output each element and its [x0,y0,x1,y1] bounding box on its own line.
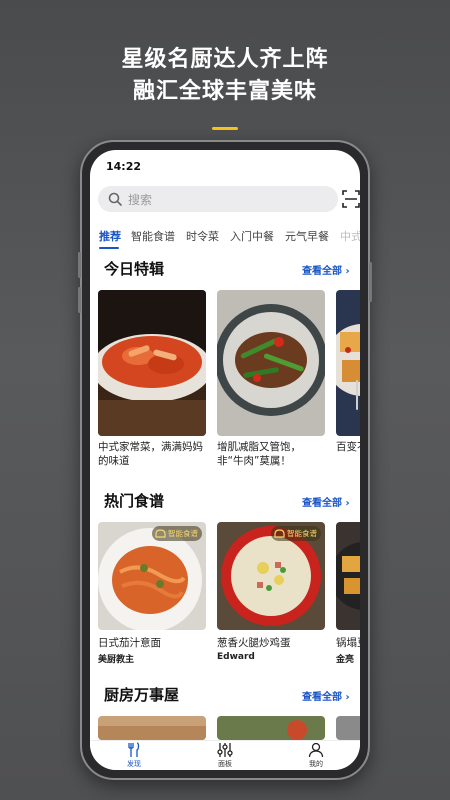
tab-chinese[interactable]: 中式 [340,228,360,244]
card-image-sweet-sour-ribs [98,290,206,436]
tab-smart-recipes[interactable]: 智能食谱 [131,228,175,244]
card-title: 增肌减脂又管饱，非“牛肉”莫属！ [217,441,301,467]
see-all-hot-recipes[interactable]: 查看全部 › [302,494,350,509]
nav-label: 面板 [218,760,232,768]
chef-hat-icon [155,529,166,538]
search-input[interactable]: 搜索 [98,186,338,212]
tab-beginner-chinese[interactable]: 入门中餐 [230,228,274,244]
category-tabs: 推荐 智能食谱 时令菜 入门中餐 元气早餐 中式 [96,222,360,250]
nav-profile[interactable]: 我的 [286,741,346,770]
volume-up-button [78,252,81,278]
status-time: 14:22 [106,160,142,173]
phone-frame: 14:22 搜索 推荐 智能食谱 时令菜 入门中餐 元气早餐 中式 今日特辑 查… [78,140,372,780]
card-image-beef-stirfry [217,290,325,436]
nav-label: 发现 [127,760,141,768]
see-all-kitchen-tips[interactable]: 查看全部 › [302,688,350,703]
search-row: 搜索 [98,186,360,212]
card-title: 百变不 [336,441,360,453]
badge-label: 智能食谱 [168,529,198,538]
promo-headline-line1: 星级名厨达人齐上阵 [121,47,329,72]
section-title-hot-recipes: 热门食谱 [104,492,165,510]
card-author: Edward [217,652,255,662]
card-image-tofu [336,290,360,436]
card-image-kitchen-1[interactable] [98,716,206,740]
card-title: 中式家常菜，满满妈妈的味道 [98,441,203,467]
bottom-nav: 发现 面板 我的 [90,740,360,770]
accent-divider [212,127,238,130]
chef-hat-icon [274,529,285,538]
promo-headline: 星级名厨达人齐上阵 融汇全球丰富美味 [0,44,450,108]
active-tab-indicator [99,247,119,249]
card-author: 美厨教主 [98,655,135,665]
app-screen: 14:22 搜索 推荐 智能食谱 时令菜 入门中餐 元气早餐 中式 今日特辑 查… [90,150,360,770]
search-placeholder: 搜索 [128,193,153,207]
scan-icon[interactable] [342,190,360,208]
power-button [369,262,372,302]
nav-panel[interactable]: 面板 [195,741,255,770]
smart-recipe-badge: 智能食谱 [152,526,202,541]
nav-discover[interactable]: 发现 [104,741,164,770]
user-icon [308,742,324,758]
fork-knife-icon [128,742,140,757]
nav-label: 我的 [309,760,323,768]
card-title: 葱香火腿炒鸡蛋 [217,637,291,649]
tab-recommended[interactable]: 推荐 [99,228,121,244]
card-author: 金亮 [336,655,355,665]
section-title-kitchen-tips: 厨房万事屋 [104,686,180,704]
volume-down-button [78,287,81,313]
promo-headline-line2: 融汇全球丰富美味 [132,79,317,104]
sliders-icon [217,743,233,757]
see-all-today-special[interactable]: 查看全部 › [302,262,350,277]
section-title-today-special: 今日特辑 [104,260,165,278]
card-image-kitchen-2[interactable] [217,716,325,740]
card-title: 锅塌豆 [336,637,360,649]
badge-label: 智能食谱 [287,529,317,538]
card-image-kitchen-3[interactable] [336,716,360,740]
card-image-tofu-pan [336,522,360,630]
smart-recipe-badge: 智能食谱 [271,526,321,541]
search-icon [108,192,122,206]
tab-seasonal[interactable]: 时令菜 [186,228,219,244]
card-title: 日式茄汁意面 [98,637,161,649]
tab-breakfast[interactable]: 元气早餐 [285,228,329,244]
scroll-indicator [356,380,358,410]
